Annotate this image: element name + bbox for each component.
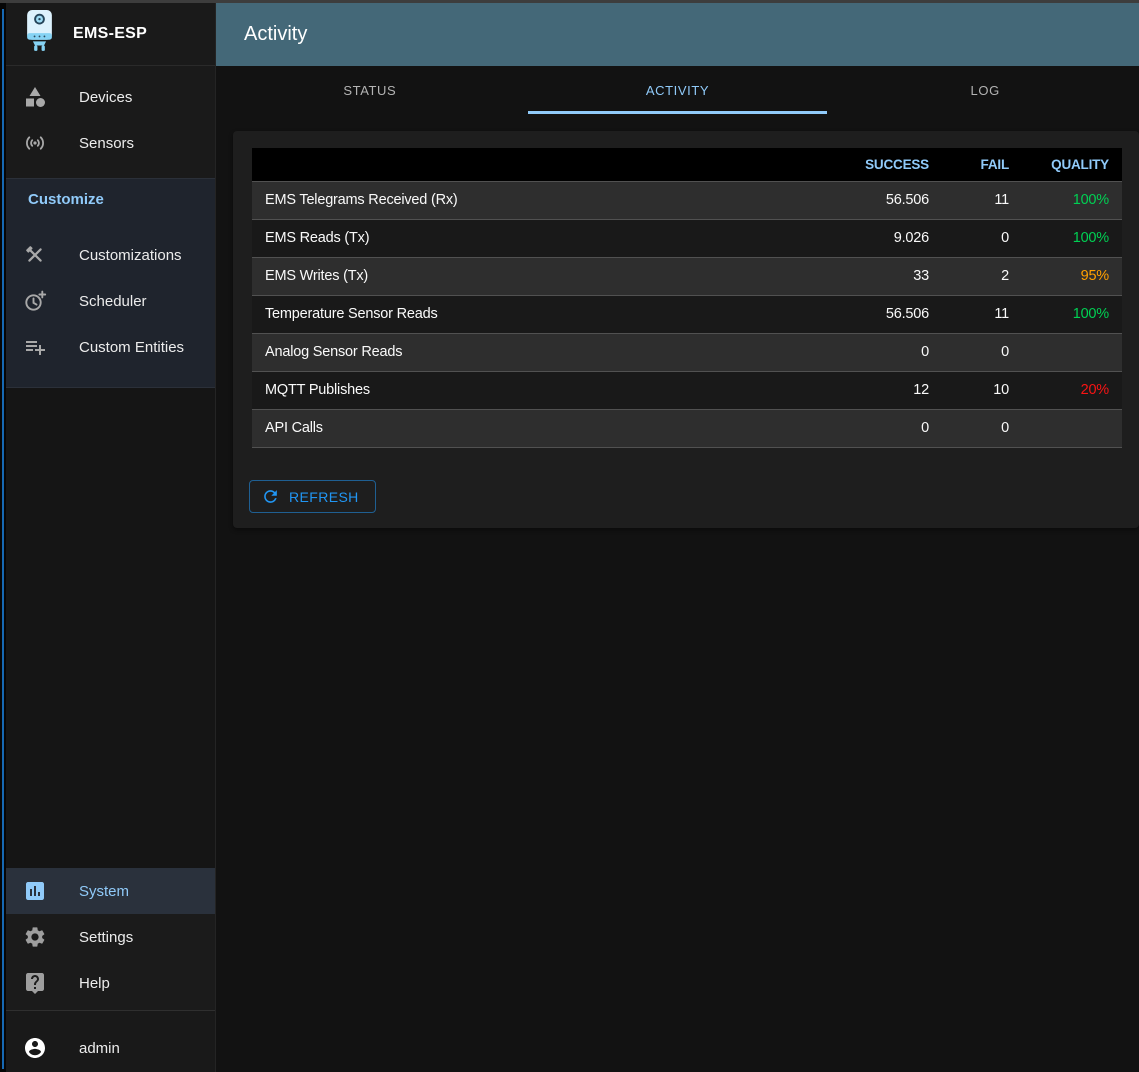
fail-cell: 0: [942, 333, 1022, 371]
sidebar-item-sensors[interactable]: Sensors: [6, 120, 215, 166]
app-bar: Activity: [216, 3, 1139, 66]
more-time-icon: [23, 289, 47, 313]
success-cell: 56.506: [822, 295, 942, 333]
row-name-cell: EMS Writes (Tx): [252, 257, 822, 295]
fail-cell: 11: [942, 181, 1022, 219]
category-icon: [23, 85, 47, 109]
col-header-fail: FAIL: [942, 148, 1022, 181]
window-top-edge: [0, 0, 1139, 3]
sidebar-bottom-section: System Settings Help: [6, 868, 215, 1072]
table-row: MQTT Publishes121020%: [252, 371, 1122, 409]
poll-icon: [23, 879, 47, 903]
sidebar-item-label: Scheduler: [79, 293, 147, 310]
sidebar-item-label: System: [79, 883, 129, 900]
success-cell: 0: [822, 333, 942, 371]
sidebar-item-system[interactable]: System: [6, 868, 215, 914]
table-header-row: SUCCESS FAIL QUALITY: [252, 148, 1122, 181]
fail-cell: 0: [942, 409, 1022, 447]
window-left-edge-artifact: [0, 3, 6, 1072]
sidebar-item-customizations[interactable]: Customizations: [6, 232, 215, 278]
tab-activity[interactable]: ACTIVITY: [524, 66, 832, 114]
quality-cell: 100%: [1022, 219, 1122, 257]
quality-cell: 95%: [1022, 257, 1122, 295]
construction-icon: [23, 243, 47, 267]
window-edge-blue-line: [2, 9, 4, 1069]
playlist-add-icon: [23, 335, 47, 359]
sidebar-item-settings[interactable]: Settings: [6, 914, 215, 960]
sidebar-item-devices[interactable]: Devices: [6, 74, 215, 120]
page-title: Activity: [244, 23, 307, 46]
quality-cell: [1022, 333, 1122, 371]
tab-log[interactable]: LOG: [831, 66, 1139, 114]
success-cell: 12: [822, 371, 942, 409]
activity-table: SUCCESS FAIL QUALITY EMS Telegrams Recei…: [252, 148, 1122, 448]
row-name-cell: Analog Sensor Reads: [252, 333, 822, 371]
success-cell: 33: [822, 257, 942, 295]
success-cell: 56.506: [822, 181, 942, 219]
tab-status[interactable]: STATUS: [216, 66, 524, 114]
table-row: API Calls00: [252, 409, 1122, 447]
gear-icon: [23, 925, 47, 949]
sidebar-item-label: Customizations: [79, 247, 182, 264]
sidebar-user-admin[interactable]: admin: [6, 1025, 215, 1071]
sidebar-user-section: admin: [6, 1010, 215, 1072]
success-cell: 9.026: [822, 219, 942, 257]
table-row: EMS Telegrams Received (Rx)56.50611100%: [252, 181, 1122, 219]
fail-cell: 11: [942, 295, 1022, 333]
quality-cell: 100%: [1022, 295, 1122, 333]
boiler-logo-icon: [23, 8, 56, 60]
sidebar-customize-section: Customize Customizations Scheduler: [6, 178, 215, 388]
row-name-cell: MQTT Publishes: [252, 371, 822, 409]
row-name-cell: API Calls: [252, 409, 822, 447]
col-header-success: SUCCESS: [822, 148, 942, 181]
activity-card: SUCCESS FAIL QUALITY EMS Telegrams Recei…: [233, 131, 1139, 528]
sidebar-item-scheduler[interactable]: Scheduler: [6, 278, 215, 324]
activity-table-body: EMS Telegrams Received (Rx)56.50611100%E…: [252, 181, 1122, 447]
account-icon: [23, 1036, 47, 1060]
sidebar-item-label: Sensors: [79, 135, 134, 152]
success-cell: 0: [822, 409, 942, 447]
sidebar-item-label: Help: [79, 975, 110, 992]
table-row: Temperature Sensor Reads56.50611100%: [252, 295, 1122, 333]
row-name-cell: Temperature Sensor Reads: [252, 295, 822, 333]
refresh-button-label: REFRESH: [289, 489, 359, 505]
app-title: EMS-ESP: [73, 25, 147, 43]
fail-cell: 2: [942, 257, 1022, 295]
quality-cell: [1022, 409, 1122, 447]
table-row: EMS Reads (Tx)9.0260100%: [252, 219, 1122, 257]
sidebar-top-section: EMS-ESP Devices Sensors: [6, 3, 215, 178]
row-name-cell: EMS Reads (Tx): [252, 219, 822, 257]
sidebar-brand[interactable]: EMS-ESP: [6, 3, 215, 66]
tab-bar: STATUS ACTIVITY LOG: [216, 66, 1139, 114]
refresh-button[interactable]: REFRESH: [249, 480, 376, 513]
sidebar-item-help[interactable]: Help: [6, 960, 215, 1006]
sidebar-item-custom-entities[interactable]: Custom Entities: [6, 324, 215, 370]
col-header-quality: QUALITY: [1022, 148, 1122, 181]
row-name-cell: EMS Telegrams Received (Rx): [252, 181, 822, 219]
sidebar: EMS-ESP Devices Sensors Customize: [6, 3, 216, 1072]
col-header-name: [252, 148, 822, 181]
table-row: Analog Sensor Reads00: [252, 333, 1122, 371]
sidebar-item-label: Custom Entities: [79, 339, 184, 356]
user-name: admin: [79, 1040, 120, 1057]
quality-cell: 20%: [1022, 371, 1122, 409]
quality-cell: 100%: [1022, 181, 1122, 219]
sensors-icon: [23, 131, 47, 155]
sidebar-item-label: Devices: [79, 89, 132, 106]
refresh-icon: [261, 487, 280, 506]
help-icon: [23, 971, 47, 995]
fail-cell: 0: [942, 219, 1022, 257]
customize-section-header: Customize: [28, 191, 104, 208]
fail-cell: 10: [942, 371, 1022, 409]
table-row: EMS Writes (Tx)33295%: [252, 257, 1122, 295]
sidebar-item-label: Settings: [79, 929, 133, 946]
